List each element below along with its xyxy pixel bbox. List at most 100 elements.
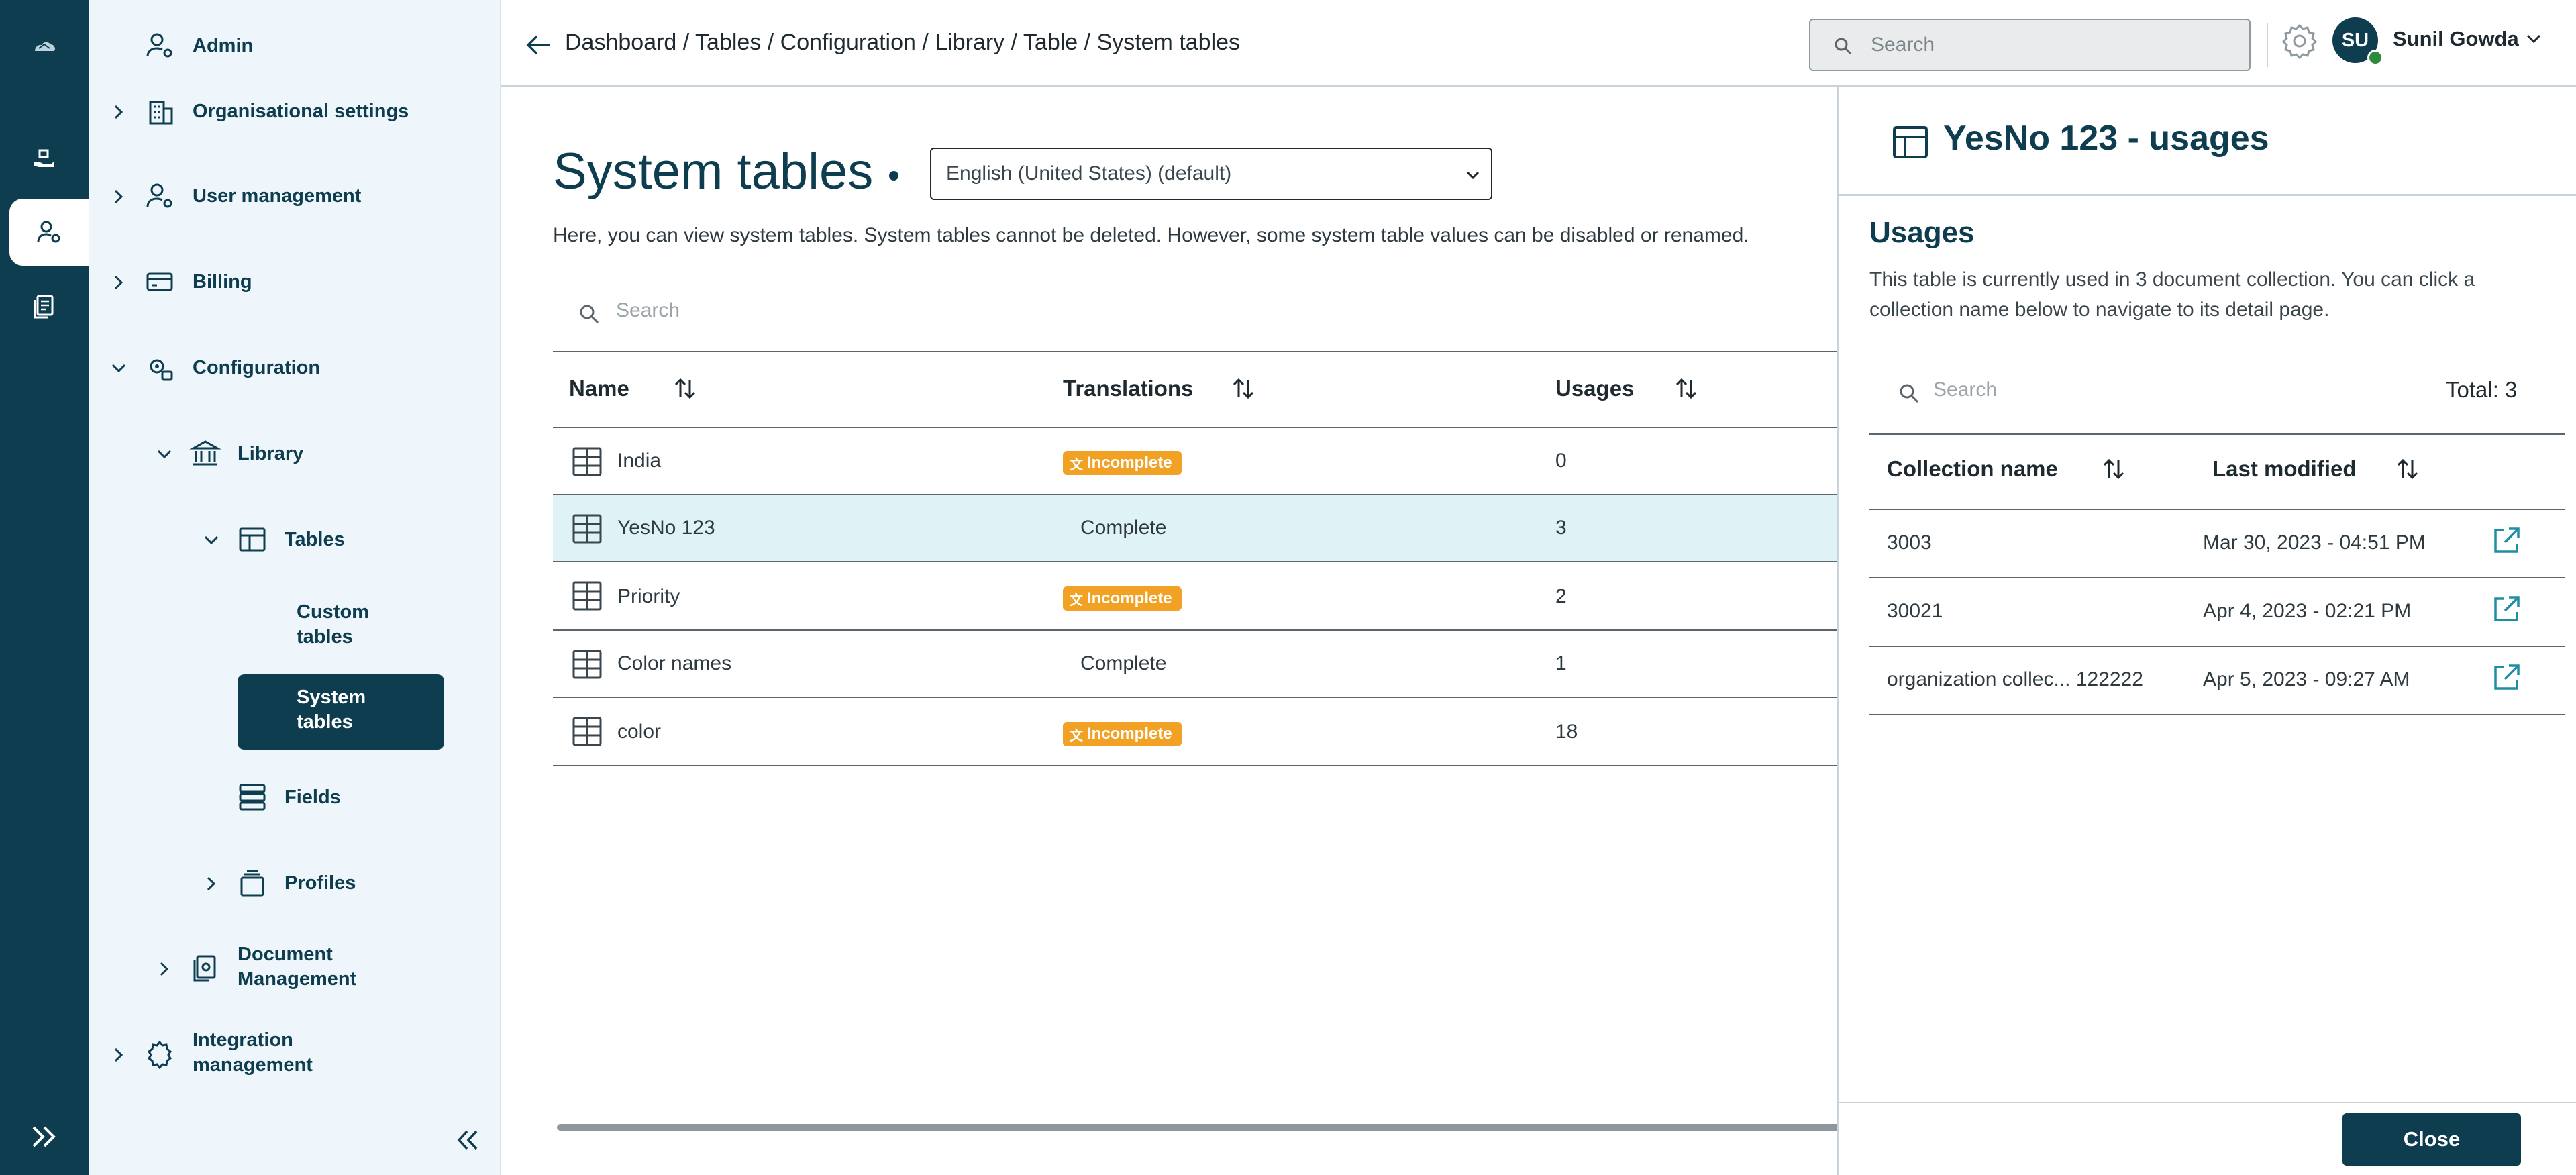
- chevron-right-icon[interactable]: [109, 187, 129, 207]
- chevron-right-icon[interactable]: [201, 874, 221, 894]
- back-arrow-icon[interactable]: [525, 31, 553, 59]
- user-gear-icon: [37, 221, 60, 243]
- external-link-icon[interactable]: [2490, 525, 2522, 557]
- sidebar-item-custom-tables[interactable]: Custom tables: [297, 600, 369, 650]
- rail-item-documents[interactable]: [0, 273, 89, 340]
- panel-search-input[interactable]: Search: [1933, 378, 1997, 401]
- chevron-down-icon[interactable]: [109, 358, 129, 378]
- sort-icon[interactable]: [1673, 376, 1699, 401]
- library-building-icon: [189, 440, 221, 466]
- breadcrumb[interactable]: Dashboard / Tables / Configuration / Lib…: [565, 30, 1240, 56]
- row-usages: 0: [1555, 450, 1567, 472]
- column-header-usages[interactable]: Usages: [1555, 376, 1634, 401]
- document-gear-icon: [193, 955, 216, 982]
- column-header-last-modified[interactable]: Last modified: [2212, 456, 2357, 482]
- rail-item-workflows[interactable]: [0, 126, 89, 193]
- cloud-logo-icon: [35, 42, 55, 51]
- profiles-stack-icon: [240, 870, 264, 897]
- collection-name[interactable]: organization collec... 122222: [1887, 668, 2143, 691]
- sidebar-item-system-tables[interactable]: System tables: [238, 674, 444, 750]
- chevron-right-icon[interactable]: [109, 1045, 129, 1065]
- language-select[interactable]: English (United States) (default): [930, 148, 1492, 200]
- chevron-down-icon: [1466, 171, 1480, 180]
- gear-icon[interactable]: [2280, 21, 2319, 60]
- sidebar-item-admin[interactable]: Admin: [193, 34, 253, 58]
- user-gear-icon: [146, 183, 172, 208]
- row-name[interactable]: YesNo 123: [617, 517, 715, 540]
- sidebar-item-integration-management[interactable]: Integration management: [193, 1028, 313, 1078]
- chevron-down-icon[interactable]: [154, 444, 174, 464]
- sidebar-item-fields[interactable]: Fields: [285, 785, 341, 810]
- collection-name[interactable]: 3003: [1887, 531, 1932, 554]
- column-header-translations[interactable]: Translations: [1063, 376, 1193, 401]
- chevron-right-icon[interactable]: [154, 959, 174, 979]
- sidebar-item-library[interactable]: Library: [238, 442, 303, 466]
- row-usages[interactable]: 1: [1555, 652, 1567, 675]
- user-name[interactable]: Sunil Gowda: [2393, 27, 2519, 51]
- documents-icon: [34, 295, 54, 319]
- unsaved-indicator: [889, 171, 898, 181]
- table-icon: [572, 717, 602, 746]
- collapse-sidebar-icon[interactable]: [451, 1125, 482, 1156]
- cog-settings-icon: [150, 359, 173, 381]
- last-modified: Apr 5, 2023 - 09:27 AM: [2203, 668, 2410, 691]
- row-divider: [1869, 646, 2565, 647]
- online-status-icon: [2367, 50, 2383, 66]
- table-search-input[interactable]: Search: [616, 299, 680, 322]
- usages-heading: Usages: [1869, 216, 1975, 249]
- search-placeholder: Search: [1871, 34, 1935, 56]
- search-icon: [1835, 38, 1852, 55]
- chevron-down-icon[interactable]: [2524, 30, 2543, 48]
- user-gear-icon: [146, 33, 172, 58]
- translation-status: Complete: [1080, 517, 1167, 539]
- sidebar-item-profiles[interactable]: Profiles: [285, 871, 356, 896]
- row-name[interactable]: Priority: [617, 585, 680, 608]
- external-link-icon[interactable]: [2490, 662, 2522, 694]
- translate-icon: 文: [1070, 457, 1083, 472]
- row-name[interactable]: India: [617, 450, 661, 472]
- column-header-name[interactable]: Name: [569, 376, 629, 401]
- table-icon: [572, 650, 602, 679]
- external-link-icon[interactable]: [2490, 593, 2522, 625]
- search-icon: [580, 305, 599, 324]
- sort-icon[interactable]: [672, 376, 698, 401]
- sidebar-item-configuration[interactable]: Configuration: [193, 356, 320, 380]
- chevron-right-icon[interactable]: [109, 272, 129, 293]
- sidebar-item-billing[interactable]: Billing: [193, 270, 252, 295]
- expand-rail-icon[interactable]: [27, 1119, 62, 1154]
- table-icon: [572, 581, 602, 611]
- header-divider: [2267, 23, 2268, 67]
- row-usages[interactable]: 18: [1555, 721, 1578, 744]
- page-description: Here, you can view system tables. System…: [553, 224, 1749, 246]
- row-divider: [1869, 509, 2565, 510]
- row-name[interactable]: color: [617, 721, 661, 744]
- row-divider: [1869, 577, 2565, 578]
- puzzle-gear-icon: [148, 1040, 172, 1070]
- chevron-right-icon[interactable]: [109, 102, 129, 122]
- usages-description: This table is currently used in 3 docume…: [1869, 268, 2475, 321]
- chevron-down-icon[interactable]: [201, 530, 221, 550]
- sidebar-item-org-settings[interactable]: Organisational settings: [193, 99, 409, 124]
- language-value: English (United States) (default): [946, 162, 1232, 185]
- global-search-input[interactable]: Search: [1809, 19, 2251, 71]
- translation-status: Complete: [1080, 652, 1167, 674]
- row-usages[interactable]: 3: [1555, 517, 1567, 540]
- rail-item-admin[interactable]: [9, 199, 89, 266]
- row-usages[interactable]: 2: [1555, 585, 1567, 608]
- close-button[interactable]: Close: [2342, 1113, 2521, 1166]
- row-name[interactable]: Color names: [617, 652, 731, 675]
- last-modified: Apr 4, 2023 - 02:21 PM: [2203, 600, 2412, 622]
- status-badge: 文 Incomplete: [1063, 451, 1182, 475]
- app-logo[interactable]: [0, 13, 89, 81]
- sidebar-item-tables[interactable]: Tables: [285, 527, 345, 552]
- sort-icon[interactable]: [2395, 456, 2420, 482]
- column-header-collection-name[interactable]: Collection name: [1887, 456, 2058, 482]
- table-icon: [572, 447, 602, 476]
- sort-icon[interactable]: [1231, 376, 1256, 401]
- sidebar-item-document-management[interactable]: Document Management: [238, 942, 356, 992]
- sidebar-nav: Admin Organisational settings User manag…: [89, 0, 501, 1175]
- status-badge: 文 Incomplete: [1063, 722, 1182, 746]
- sidebar-item-user-management[interactable]: User management: [193, 184, 361, 209]
- collection-name[interactable]: 30021: [1887, 600, 1943, 623]
- sort-icon[interactable]: [2101, 456, 2126, 482]
